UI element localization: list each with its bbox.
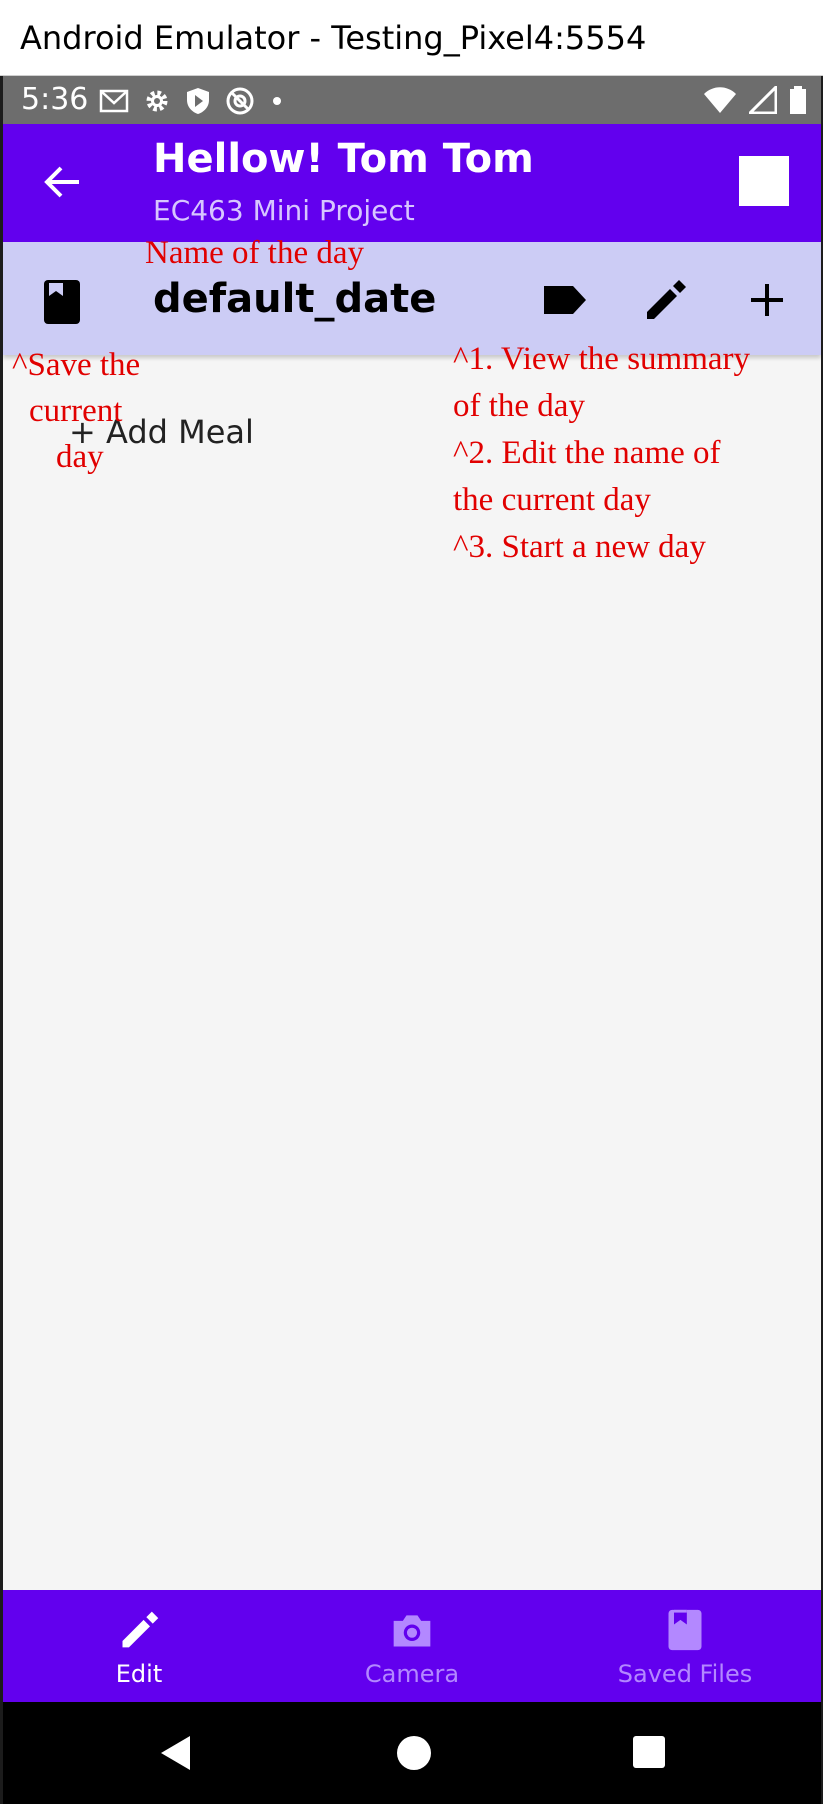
annotation-save-line3: day: [56, 439, 104, 475]
wifi-icon: [704, 87, 736, 113]
phone-screen: 5:36 Hellow! Tom Tom EC463 Mini Project …: [3, 76, 821, 1804]
annotation-save-line2: current: [29, 393, 123, 429]
annotation-name-of-day: Name of the day: [145, 235, 364, 271]
annotation-actions-line4: the current day: [453, 482, 651, 518]
annotation-save-line1: ^Save the: [12, 347, 141, 383]
bottom-navigation: Edit Camera Saved Files: [3, 1590, 821, 1702]
system-navigation-bar: [3, 1702, 821, 1804]
edit-pencil-icon: [122, 1611, 159, 1648]
app-subtitle: EC463 Mini Project: [153, 194, 415, 227]
annotation-actions-line5: ^3. Start a new day: [453, 529, 706, 565]
settings-icon: [146, 90, 168, 112]
nav-label-saved-files: Saved Files: [617, 1660, 753, 1688]
status-notification-icons: [99, 86, 285, 116]
window-title-bar: Android Emulator - Testing_Pixel4:5554: [0, 0, 823, 76]
stop-square-icon[interactable]: [739, 156, 789, 206]
nav-item-camera[interactable]: Camera: [276, 1590, 548, 1702]
status-bar: 5:36: [3, 76, 821, 124]
nav-item-edit[interactable]: Edit: [3, 1590, 275, 1702]
annotation-actions-line2: of the day: [453, 388, 585, 424]
status-time: 5:36: [21, 82, 89, 117]
signal-icon: [749, 86, 777, 114]
status-system-icons: [703, 86, 807, 114]
window-title: Android Emulator - Testing_Pixel4:5554: [20, 19, 647, 57]
bookmark-icon[interactable]: [41, 278, 83, 326]
shield-icon: [187, 88, 209, 114]
battery-icon: [790, 86, 806, 114]
annotation-actions-line1: ^1. View the summary: [453, 341, 751, 377]
annotation-actions-line3: ^2. Edit the name of: [453, 435, 721, 471]
app-title: Hellow! Tom Tom: [153, 136, 534, 182]
day-name: default_date: [153, 276, 437, 322]
app-bar: Hellow! Tom Tom EC463 Mini Project: [3, 124, 821, 242]
gmail-icon: [99, 89, 129, 113]
nav-label-camera: Camera: [364, 1660, 460, 1688]
at-sign-icon: [226, 87, 254, 115]
back-arrow-icon[interactable]: [39, 158, 87, 206]
edit-pencil-icon[interactable]: [641, 276, 689, 324]
nav-label-edit: Edit: [115, 1660, 163, 1688]
nav-item-saved-files[interactable]: Saved Files: [549, 1590, 821, 1702]
overview-square-icon[interactable]: [633, 1736, 665, 1768]
plus-icon[interactable]: [743, 276, 791, 324]
back-triangle-icon[interactable]: [158, 1734, 194, 1772]
home-circle-icon[interactable]: [396, 1735, 432, 1771]
bookmark-icon: [668, 1609, 702, 1651]
dot-icon: [273, 97, 281, 105]
camera-icon: [393, 1615, 431, 1647]
label-icon[interactable]: [541, 276, 589, 324]
